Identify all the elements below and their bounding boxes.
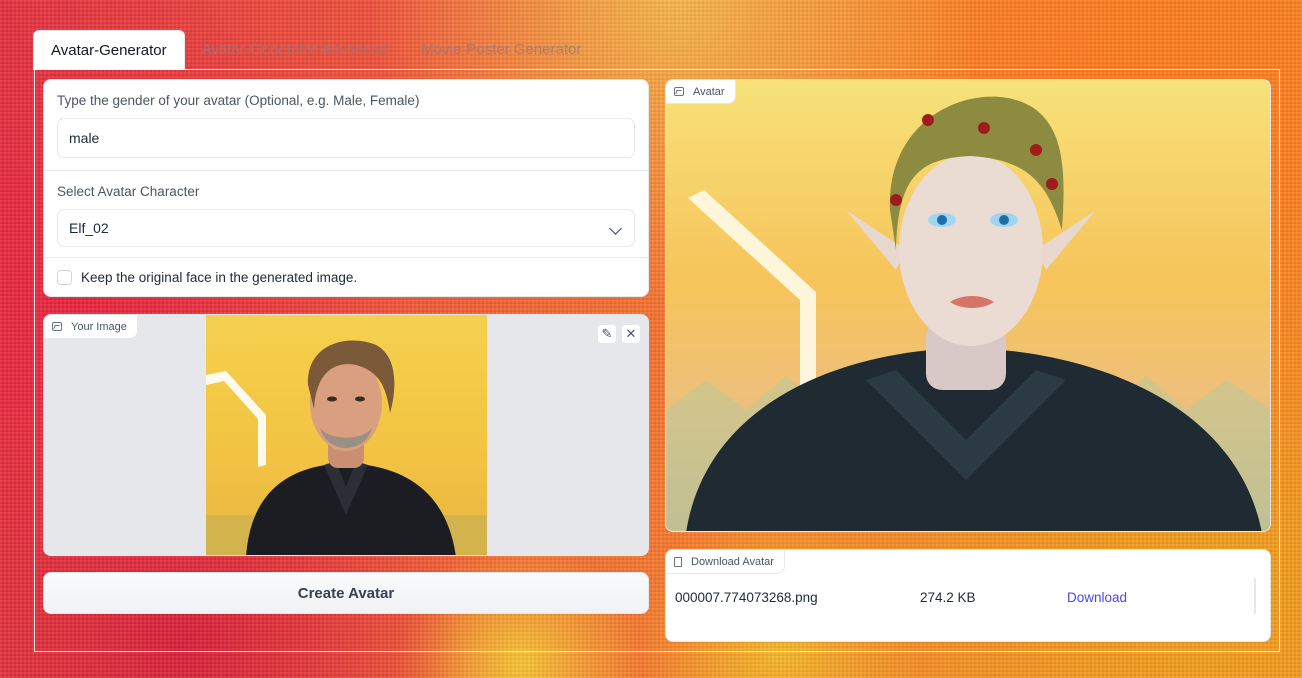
tab-avatar-generator-advanced[interactable]: Avatar-Generator Advanced xyxy=(185,30,405,70)
download-badge: Download Avatar xyxy=(666,550,785,574)
your-image-badge: Your Image xyxy=(44,315,138,339)
image-icon xyxy=(674,87,684,96)
character-label: Select Avatar Character xyxy=(57,184,200,199)
tab-avatar-generator[interactable]: Avatar-Generator xyxy=(33,30,185,70)
tab-bar: Avatar-Generator Avatar-Generator Advanc… xyxy=(33,30,598,70)
generated-avatar-image xyxy=(666,80,1270,531)
divider xyxy=(44,257,648,258)
your-image-panel: Your Image ✎ ✕ xyxy=(43,314,649,556)
file-size: 274.2 KB xyxy=(920,589,976,605)
create-avatar-button[interactable]: Create Avatar xyxy=(43,572,649,614)
portrait-illustration xyxy=(206,340,487,555)
uploaded-photo[interactable] xyxy=(206,315,487,555)
your-image-label: Your Image xyxy=(71,320,127,333)
download-panel: Download Avatar 000007.774073268.png 274… xyxy=(665,549,1271,642)
character-select-value: Elf_02 xyxy=(69,220,109,236)
tab-movie-poster-generator[interactable]: Movie-Poster Generator xyxy=(404,30,598,70)
keep-face-label[interactable]: Keep the original face in the generated … xyxy=(81,270,357,285)
chevron-down-icon xyxy=(609,222,622,235)
scrollbar[interactable] xyxy=(1254,578,1256,614)
avatar-badge: Avatar xyxy=(666,80,736,104)
avatar-output-panel: Avatar xyxy=(665,79,1271,532)
download-link[interactable]: Download xyxy=(1067,590,1127,605)
avatar-form: Type the gender of your avatar (Optional… xyxy=(43,79,649,297)
elf-illustration xyxy=(666,96,1270,531)
edit-icon[interactable]: ✎ xyxy=(597,324,617,344)
gender-input-value: male xyxy=(69,130,100,146)
gender-input[interactable]: male xyxy=(57,118,635,158)
file-row: 000007.774073268.png 274.2 KB Download xyxy=(666,579,1254,615)
gender-label: Type the gender of your avatar (Optional… xyxy=(57,93,420,108)
avatar-label: Avatar xyxy=(693,85,725,98)
keep-face-checkbox[interactable] xyxy=(57,270,72,285)
divider xyxy=(44,170,648,171)
image-icon xyxy=(52,322,62,331)
character-select[interactable]: Elf_02 xyxy=(57,209,635,247)
close-icon[interactable]: ✕ xyxy=(621,324,641,344)
file-name: 000007.774073268.png xyxy=(675,589,818,605)
file-icon xyxy=(674,556,682,567)
download-label: Download Avatar xyxy=(691,555,774,568)
